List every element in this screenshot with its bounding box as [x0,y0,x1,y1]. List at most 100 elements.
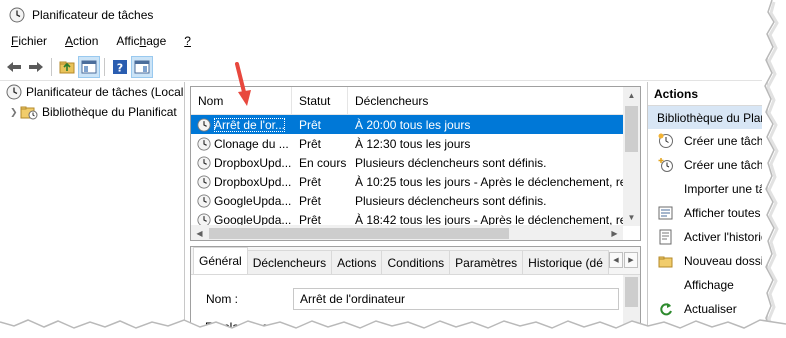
tree-child-label: Bibliothèque du Planificat [42,105,177,119]
scroll-down-icon[interactable]: ▼ [623,209,640,226]
menu-fichier-rest: ichier [18,34,48,48]
menu-bar: Fichier Action Affichage ? [0,30,767,52]
create-basic-task-icon [658,133,674,149]
task-triggers: À 12:30 tous les jours [355,136,471,151]
action-item-2[interactable]: Importer une tâche... [648,177,767,201]
actions-pane: Actions Bibliothèque du Planificateur Cr… [647,82,768,338]
action-label: Créer une tâche de base... [684,134,768,148]
action-item-0[interactable]: Créer une tâche de base... [648,129,768,153]
svg-text:?: ? [117,61,123,74]
tab-4[interactable]: Paramètres [449,250,524,274]
task-name-cell: GoogleUpda... [191,194,292,208]
action-label: Afficher toutes les tâches en cours [684,206,767,220]
name-label: Nom : [206,292,239,306]
table-row[interactable]: Clonage du ... Prêt À 12:30 tous les jours [191,134,623,153]
scroll-thumb[interactable] [625,106,638,152]
task-list-vertical-scrollbar[interactable]: ▲ ▼ [623,87,640,226]
task-name-cell: GoogleUpda... [191,212,292,227]
center-pane: Nom Statut Déclencheurs Arrêt de l'or...… [190,86,641,338]
menu-action[interactable]: Action [55,34,106,48]
task-name: GoogleUpda... [214,212,292,227]
tab-5[interactable]: Historique (dé [522,250,609,274]
task-status: Prêt [299,174,322,189]
menu-help[interactable]: ? [174,34,199,48]
annotation-arrow-icon [235,62,251,106]
column-header-status[interactable]: Statut [292,87,348,115]
task-list: Nom Statut Déclencheurs Arrêt de l'or...… [190,86,641,241]
tab-scroll-left-icon[interactable]: ◀ [609,252,623,268]
action-item-6[interactable]: Affichage [648,273,767,297]
action-item-1[interactable]: Créer une tâche... [648,153,767,177]
actions-section-library[interactable]: Bibliothèque du Planificateur [648,106,767,129]
task-name: Clonage du ... [214,136,289,151]
tab-0[interactable]: Général [193,247,248,274]
task-status: Prêt [299,117,322,132]
window-title: Planificateur de tâches [32,8,154,22]
actions-header: Actions [648,82,767,106]
scroll-up-icon[interactable]: ▲ [623,87,640,104]
action-item-5[interactable]: Nouveau dossier... [648,249,767,273]
table-row[interactable]: Arrêt de l'or... Prêt À 20:00 tous les jou… [191,115,623,134]
torn-edge-bottom [0,319,786,338]
show-hide-actions-icon [134,60,150,73]
actions-list: Créer une tâche de base... Créer une tâch… [648,129,768,321]
task-clock-icon [197,136,211,151]
scroll-right-icon[interactable]: ▶ [606,225,623,240]
help-button[interactable]: ? [109,56,131,78]
task-status: Prêt [299,136,322,151]
show-hide-actions-button[interactable] [131,55,153,78]
tab-scroll-right-icon[interactable]: ▶ [624,252,638,268]
task-name: DropboxUpd... [214,174,292,189]
task-scheduler-window: Planificateur de tâches Fichier Action A… [0,0,768,338]
action-label: Activer l'historique [684,230,767,244]
task-triggers: À 18:42 tous les jours - Après le déclen… [355,212,623,227]
forward-arrow-icon [29,61,43,72]
column-header-triggers[interactable]: Déclencheurs [348,87,622,115]
library-folder-icon [20,106,38,120]
task-clock-icon [197,212,211,226]
forward-button[interactable] [25,56,47,78]
tree-item-root[interactable]: Planificateur de tâches (Local [0,82,184,102]
scroll-thumb[interactable] [625,277,638,307]
show-hide-tree-button[interactable] [78,55,100,78]
name-field-row: Nom : Arrêt de l'ordinateur [203,288,619,310]
back-arrow-icon [7,61,21,72]
action-item-3[interactable]: Afficher toutes les tâches en cours [648,201,767,225]
menu-affichage[interactable]: Affichage [106,34,174,48]
menu-affichage-rest: age [146,34,167,48]
menu-affichage-pre: Affic [116,34,140,48]
task-triggers: Plusieurs déclencheurs sont définis. [355,155,547,170]
scroll-thumb[interactable] [209,228,509,239]
help-icon: ? [113,59,127,74]
tree-item-library[interactable]: ❯ Bibliothèque du Planificat [0,102,184,122]
task-status: En cours [299,155,347,170]
tab-3[interactable]: Conditions [381,250,451,274]
table-row[interactable]: GoogleUpda... Prêt Plusieurs déclencheurs … [191,191,623,210]
tab-scroll-arrows: ◀ ▶ [608,252,638,268]
torn-edge-right [762,0,779,338]
back-button[interactable] [3,56,25,78]
menu-action-rest: ction [73,34,99,48]
table-row[interactable]: DropboxUpd... En cours Plusieurs déclenche… [191,153,623,172]
scroll-left-icon[interactable]: ◀ [191,225,208,240]
toolbar-separator [104,57,105,76]
chevron-right-icon[interactable]: ❯ [10,107,20,118]
action-label: Nouveau dossier... [684,254,767,268]
task-status: Prêt [299,193,322,208]
tab-1[interactable]: Déclencheurs [246,250,333,274]
folder-up-button[interactable] [56,56,78,78]
task-name-cell: DropboxUpd... [191,156,292,170]
task-rows: Arrêt de l'or... Prêt À 20:00 tous les jou… [191,115,623,226]
task-clock-icon [197,193,211,208]
tab-2[interactable]: Actions [331,250,383,274]
menu-fichier[interactable]: Fichier [0,34,55,48]
navigation-tree: Planificateur de tâches (Local ❯ Bibliot… [0,82,185,338]
table-row[interactable]: GoogleUpda... Prêt À 18:42 tous les jours … [191,210,623,226]
name-field[interactable]: Arrêt de l'ordinateur [293,288,619,310]
toolbar-separator [51,57,52,76]
table-row[interactable]: DropboxUpd... Prêt À 10:25 tous les jours … [191,172,623,191]
action-item-4[interactable]: Activer l'historique [648,225,767,249]
task-list-horizontal-scrollbar[interactable]: ◀ ▶ [191,225,623,240]
task-triggers: À 10:25 tous les jours - Après le déclen… [355,174,623,189]
task-name: GoogleUpda... [214,193,292,208]
